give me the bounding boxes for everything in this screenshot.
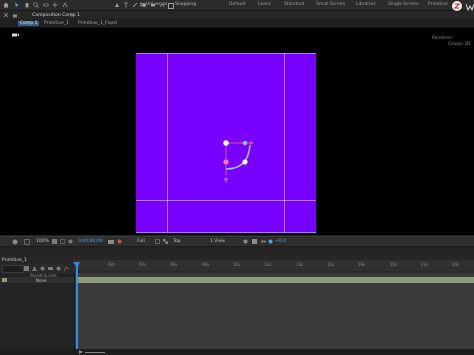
dolly-icon[interactable] xyxy=(62,2,68,8)
grid-icon[interactable] xyxy=(24,238,30,245)
guide-line xyxy=(167,53,168,233)
timeline-footer xyxy=(75,349,474,355)
layer-duration-bar[interactable] xyxy=(76,277,474,283)
layer-row[interactable]: None xyxy=(0,277,74,283)
color-channels-icon[interactable] xyxy=(117,239,122,244)
zoom-dropdown[interactable]: 100% xyxy=(36,239,49,244)
ruler-tick: 14s xyxy=(296,262,304,267)
orbit-icon[interactable] xyxy=(43,2,49,8)
safe-zone-icon[interactable] xyxy=(60,239,65,244)
snapping-checkbox[interactable] xyxy=(168,2,174,9)
motion-blur-icon[interactable] xyxy=(56,266,61,271)
workspace-learn[interactable]: Learn xyxy=(258,2,271,7)
ruler-tick: 18s xyxy=(358,262,366,267)
menu-icon[interactable] xyxy=(70,13,74,17)
pan-icon[interactable] xyxy=(52,2,58,8)
workspace-libraries[interactable]: Libraries xyxy=(356,2,375,7)
tools-toolbar: Universal Snapping Default Learn Standar… xyxy=(0,0,474,11)
camera-icon xyxy=(12,33,19,37)
mask-visibility-icon[interactable] xyxy=(68,239,73,244)
puppet-icon[interactable] xyxy=(138,2,144,8)
ruler-tick: 10s xyxy=(233,262,241,267)
ruler-tick: 24s xyxy=(452,262,460,267)
timeline-search-input[interactable] xyxy=(2,265,24,273)
time-ruler[interactable]: 0s 02s 04s 06s 08s 10s 12s 14s 16s 18s 2… xyxy=(74,260,474,271)
ruler-tick: 16s xyxy=(327,262,335,267)
renderer-value[interactable]: Classic 3D xyxy=(448,42,470,47)
guide-line xyxy=(136,232,316,233)
draft-3d-icon[interactable] xyxy=(252,239,257,244)
frame-blending-icon[interactable] xyxy=(48,266,53,271)
always-preview-icon[interactable] xyxy=(12,239,18,245)
guide-line xyxy=(284,53,285,233)
label-color-swatch[interactable] xyxy=(2,278,7,282)
tab-timeline-primitive-1[interactable]: Primitive_1 xyxy=(2,258,27,263)
workspace-small-screen[interactable]: Small Screen xyxy=(316,2,345,7)
exposure-value[interactable]: +0.0 xyxy=(275,239,286,244)
lock-icon[interactable] xyxy=(12,12,18,18)
breadcrumb: Comp 1 Primitive_1 Primitive_1_Fixed xyxy=(0,19,474,28)
shy-layers-icon[interactable] xyxy=(40,266,45,271)
region-of-interest-icon[interactable] xyxy=(155,239,160,244)
composition-panel-header: Composition Comp 1 xyxy=(0,11,474,19)
comp-mini-flowchart-icon[interactable] xyxy=(24,265,29,271)
ruler-tick: 08s xyxy=(202,262,210,267)
zoom-out-icon[interactable] xyxy=(79,350,83,354)
breadcrumb-primitive-1[interactable]: Primitive_1 xyxy=(44,21,69,26)
guide-line xyxy=(136,53,316,54)
toggle-pixel-icon[interactable] xyxy=(243,239,248,244)
hand-icon[interactable] xyxy=(24,2,30,8)
ruler-tick: 20s xyxy=(390,262,398,267)
draft-3d-toggle-icon[interactable] xyxy=(32,265,37,271)
snapping-label[interactable]: Snapping xyxy=(175,2,196,7)
resolution-dropdown[interactable]: Full xyxy=(137,239,145,244)
composition-canvas[interactable] xyxy=(136,53,316,233)
guide-line xyxy=(136,200,316,201)
breadcrumb-comp-1[interactable]: Comp 1 xyxy=(18,20,40,26)
playhead-icon[interactable] xyxy=(73,262,80,267)
logo-icon xyxy=(466,3,474,11)
flowchart-icon[interactable] xyxy=(261,239,266,244)
timeline-zoom-slider[interactable] xyxy=(85,351,105,353)
exposure-icon[interactable] xyxy=(268,239,273,244)
zoom-icon[interactable] xyxy=(33,2,39,8)
layer-panel: Parent & Link None xyxy=(0,273,75,355)
workspace-single-screen[interactable]: Single Screen xyxy=(388,2,419,7)
view-layout-dropdown[interactable]: 1 View xyxy=(210,239,225,244)
ruler-tick: 06s xyxy=(170,262,178,267)
workspace-default[interactable]: Default xyxy=(229,2,245,7)
viewer-controls-bar: 100% 0;00;00;00 Full Top 1 View +0.0 xyxy=(0,236,474,247)
graph-editor-icon[interactable] xyxy=(64,265,69,271)
breadcrumb-primitive-1-fixed[interactable]: Primitive_1_Fixed xyxy=(78,21,117,26)
3d-view-dropdown[interactable]: Top xyxy=(173,239,181,244)
text-icon[interactable] xyxy=(123,2,129,8)
current-time[interactable]: 0;00;00;00 xyxy=(78,239,103,244)
app-badge-icon xyxy=(452,1,462,11)
snapshot-icon[interactable] xyxy=(108,239,114,244)
ruler-tick: 02s xyxy=(108,262,116,267)
fit-icon[interactable] xyxy=(52,239,57,244)
transparency-grid-icon[interactable] xyxy=(163,239,168,244)
ruler-tick: 04s xyxy=(139,262,147,267)
track-area[interactable] xyxy=(75,273,474,355)
universal-label[interactable]: Universal xyxy=(146,2,167,7)
ruler-tick: 22s xyxy=(421,262,429,267)
current-time-indicator[interactable] xyxy=(76,264,78,355)
layer-panel-footer xyxy=(0,349,74,355)
renderer-label: Renderer: xyxy=(432,36,453,41)
workspace-standard[interactable]: Standard xyxy=(284,2,304,7)
layer-parent-dropdown[interactable]: None xyxy=(36,278,46,283)
workspace-primitive[interactable]: Primitive xyxy=(428,2,448,7)
selection-icon[interactable] xyxy=(14,2,20,8)
ruler-tick: 12s xyxy=(264,262,272,267)
pen-icon[interactable] xyxy=(114,2,120,8)
gizmo-3d-axes[interactable] xyxy=(218,135,266,189)
close-icon[interactable] xyxy=(4,13,8,17)
home-icon[interactable] xyxy=(3,2,9,8)
